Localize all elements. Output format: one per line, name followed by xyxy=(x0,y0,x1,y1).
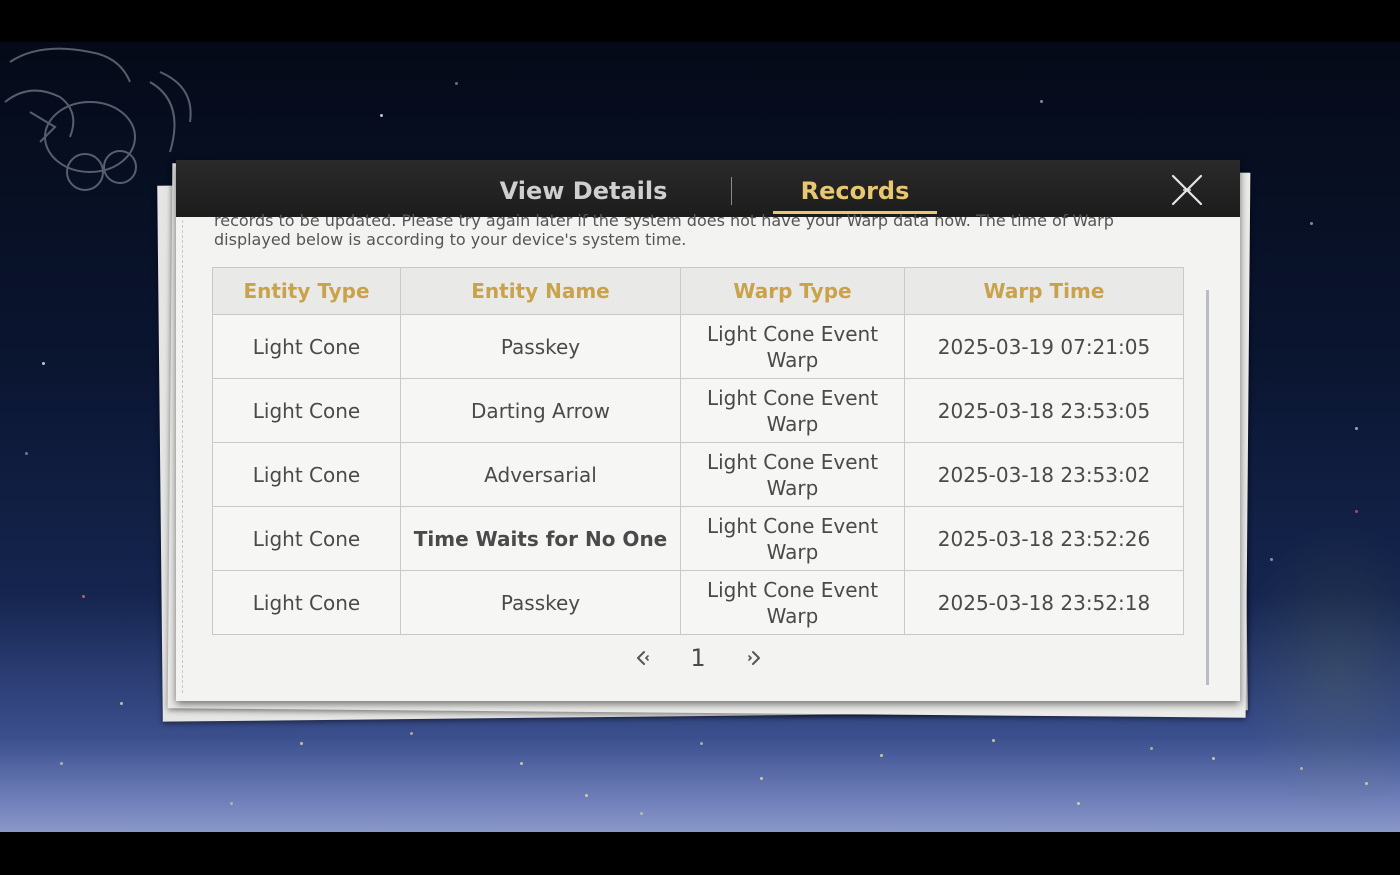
warp-time-cell: 2025-03-18 23:53:05 xyxy=(904,378,1184,443)
warp-type-line: Light Cone Event xyxy=(706,321,879,346)
warp-type-cell: Light Cone Event Warp xyxy=(680,442,905,507)
entity-name-cell: Adversarial xyxy=(400,442,681,507)
column-header-warp-time: Warp Time xyxy=(904,267,1184,315)
warp-type-line: Light Cone Event xyxy=(706,513,879,538)
scrollbar[interactable] xyxy=(1206,290,1209,685)
entity-type-cell: Light Cone xyxy=(212,314,401,379)
entity-type-cell: Light Cone xyxy=(212,378,401,443)
entity-name-cell: Passkey xyxy=(400,314,681,379)
chevron-right-icon[interactable] xyxy=(742,646,766,670)
tab-records[interactable]: Records xyxy=(773,160,937,217)
close-icon[interactable] xyxy=(1169,172,1205,208)
dialog-header: View Details Records xyxy=(176,160,1240,217)
warp-type-line: Warp xyxy=(766,603,819,628)
warp-type-cell: Light Cone Event Warp xyxy=(680,378,905,443)
notice-line-2: displayed below is according to your dev… xyxy=(214,230,687,249)
tab-divider xyxy=(731,177,732,205)
entity-name-cell: Passkey xyxy=(400,570,681,635)
letterbox-top xyxy=(0,0,1400,42)
table-row: Light Cone Adversarial Light Cone Event W… xyxy=(212,442,1184,507)
column-header-warp-type: Warp Type xyxy=(680,267,905,315)
column-header-entity-type: Entity Type xyxy=(212,267,401,315)
warp-type-cell: Light Cone Event Warp xyxy=(680,314,905,379)
warp-time-cell: 2025-03-18 23:52:26 xyxy=(904,506,1184,571)
table-row: Light Cone Time Waits for No One Light C… xyxy=(212,506,1184,571)
warp-type-line: Light Cone Event xyxy=(706,449,879,474)
warp-type-line: Light Cone Event xyxy=(706,385,879,410)
warp-time-cell: 2025-03-19 07:21:05 xyxy=(904,314,1184,379)
warp-time-cell: 2025-03-18 23:53:02 xyxy=(904,442,1184,507)
entity-name-cell-highlighted: Time Waits for No One xyxy=(400,506,681,571)
warp-type-line: Warp xyxy=(766,539,819,564)
table-row: Light Cone Passkey Light Cone Event Warp … xyxy=(212,314,1184,379)
warp-type-line: Warp xyxy=(766,411,819,436)
entity-type-cell: Light Cone xyxy=(212,570,401,635)
warp-record-notice: records to be updated. Please try again … xyxy=(214,214,1174,260)
column-header-entity-name: Entity Name xyxy=(400,267,681,315)
chevron-left-icon[interactable] xyxy=(631,646,655,670)
warp-type-line: Light Cone Event xyxy=(706,577,879,602)
table-row: Light Cone Passkey Light Cone Event Warp … xyxy=(212,570,1184,635)
entity-type-cell: Light Cone xyxy=(212,506,401,571)
table-row: Light Cone Darting Arrow Light Cone Even… xyxy=(212,378,1184,443)
warp-type-cell: Light Cone Event Warp xyxy=(680,506,905,571)
entity-type-cell: Light Cone xyxy=(212,442,401,507)
entity-name-cell: Darting Arrow xyxy=(400,378,681,443)
character-sticker-doodle xyxy=(4,47,192,191)
warp-type-cell: Light Cone Event Warp xyxy=(680,570,905,635)
letterbox-bottom xyxy=(0,832,1400,875)
pagination: 1 xyxy=(176,640,1240,680)
current-page-number: 1 xyxy=(690,644,706,672)
warp-type-line: Warp xyxy=(766,475,819,500)
warp-time-cell: 2025-03-18 23:52:18 xyxy=(904,570,1184,635)
notice-line-1: records to be updated. Please try again … xyxy=(214,214,1114,230)
warp-type-line: Warp xyxy=(766,347,819,372)
warp-records-table: Entity Type Entity Name Warp Type Warp T… xyxy=(212,267,1184,635)
tab-view-details[interactable]: View Details xyxy=(476,160,691,217)
table-header-row: Entity Type Entity Name Warp Type Warp T… xyxy=(212,267,1184,315)
records-dialog: View Details Records records to be updat… xyxy=(176,160,1240,701)
